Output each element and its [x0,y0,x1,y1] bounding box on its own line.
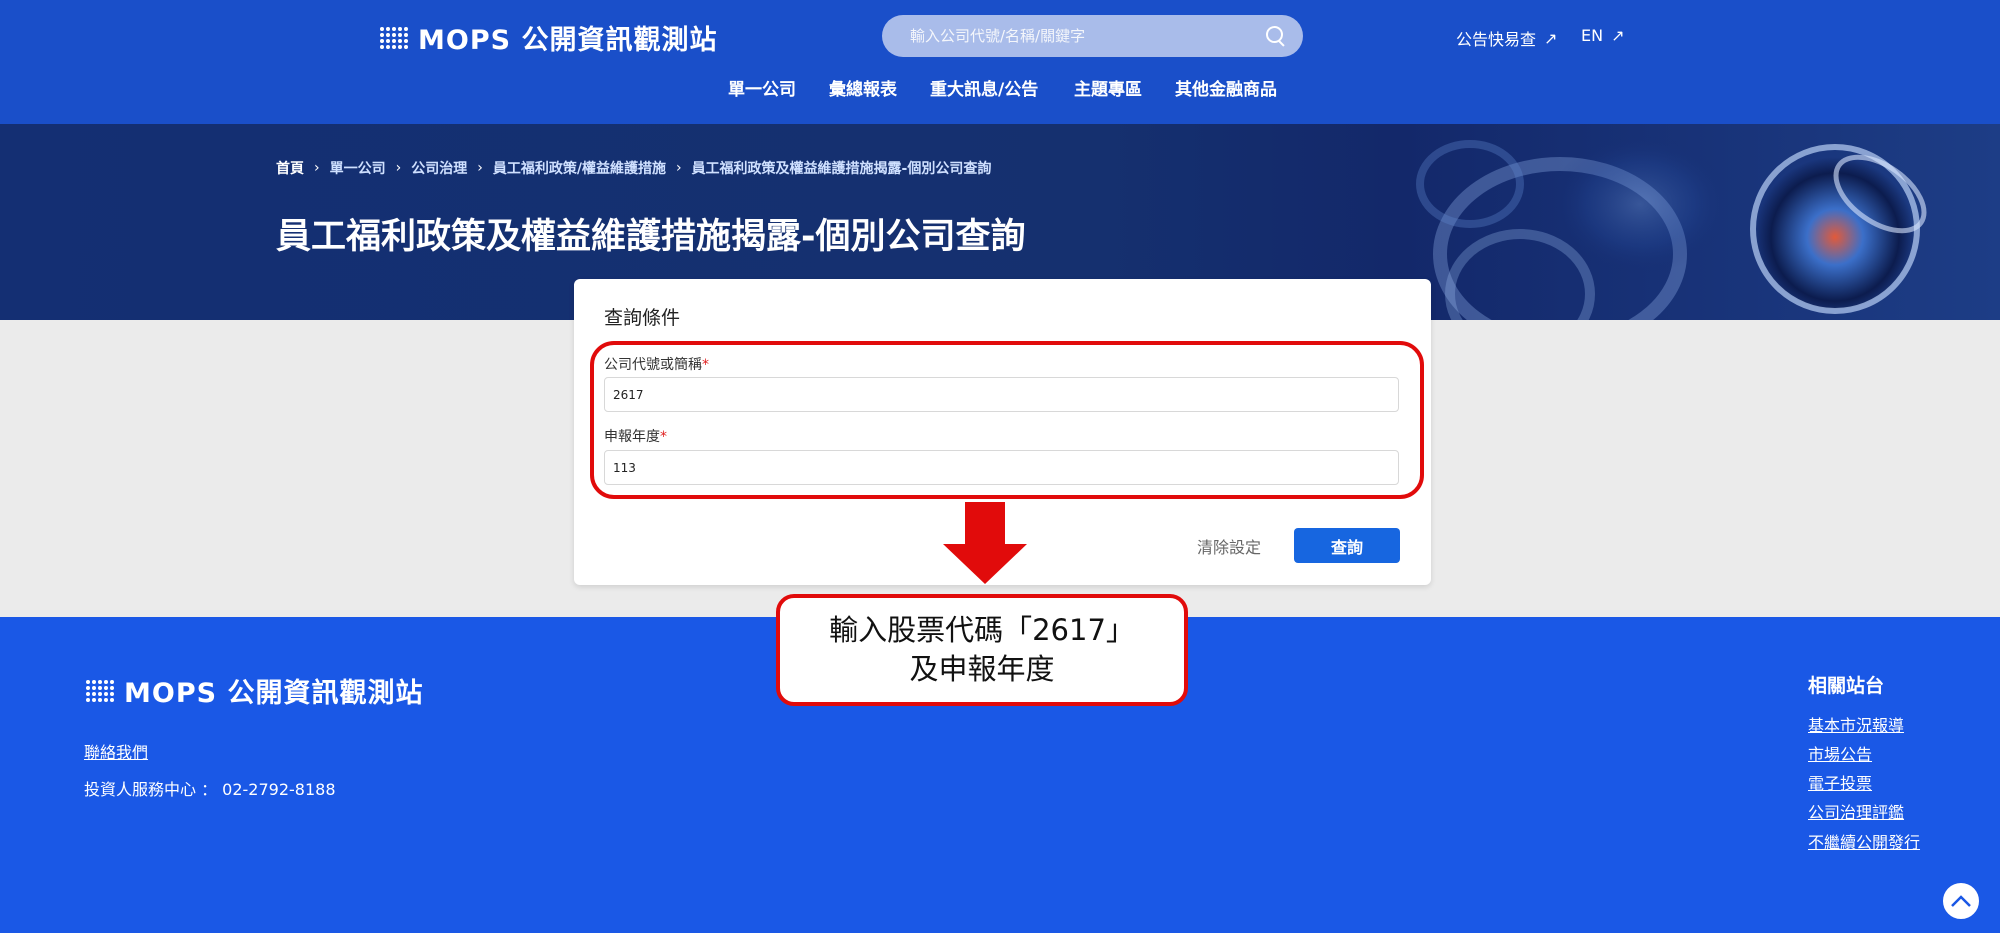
query-button[interactable]: 查詢 [1294,528,1400,563]
breadcrumb-home[interactable]: 首頁 [276,158,304,178]
report-year-input[interactable] [604,450,1399,485]
breadcrumb: 首頁 › 單一公司 › 公司治理 › 員工福利政策/權益維護措施 › 員工福利政… [276,158,991,178]
related-link-governance-evaluation[interactable]: 公司治理評鑑 [1808,800,1928,825]
language-switch-link[interactable]: EN ↗ [1581,26,1624,45]
chevron-up-icon [1951,895,1971,907]
site-header: MOPS 公開資訊觀測站 公告快易查 ↗ EN ↗ 單一公司 彙總報表 重大訊息… [0,0,2000,124]
breadcrumb-welfare-policy[interactable]: 員工福利政策/權益維護措施 [493,158,666,178]
required-mark: * [660,429,667,445]
external-link-icon: ↗ [1611,26,1625,45]
instruction-callout: 輸入股票代碼「2617」 及申報年度 [776,594,1188,706]
chevron-right-icon: › [675,160,682,176]
nav-item-single-company[interactable]: 單一公司 [728,75,796,100]
callout-line-2: 及申報年度 [909,652,1055,686]
company-code-input[interactable] [604,377,1399,412]
breadcrumb-single-company[interactable]: 單一公司 [330,158,386,178]
quick-lookup-label: 公告快易查 [1456,30,1537,49]
clear-settings-button[interactable]: 清除設定 [1197,534,1261,558]
external-link-icon: ↗ [1544,28,1558,48]
search-icon[interactable] [1265,25,1287,47]
related-link-discontinue-public-offering[interactable]: 不繼續公開發行 [1808,830,1928,855]
search-input[interactable] [910,27,1265,45]
down-arrow-icon [943,502,1027,584]
breadcrumb-governance[interactable]: 公司治理 [411,158,467,178]
investor-service-info: 投資人服務中心 ： 02-2792-8188 [84,780,336,799]
related-link-e-voting[interactable]: 電子投票 [1808,771,1928,796]
back-to-top-button[interactable] [1941,881,1981,921]
nav-item-other-products[interactable]: 其他金融商品 [1175,75,1277,100]
language-label: EN [1581,26,1604,45]
breadcrumb-current: 員工福利政策及權益維護措施揭露-個別公司查詢 [691,161,992,177]
contact-us-link[interactable]: 聯絡我們 [84,739,148,763]
company-label-text: 公司代號或簡稱 [604,357,702,373]
chevron-right-icon: › [395,160,402,176]
related-sites-title: 相關站台 [1808,675,1885,697]
related-link-market-announcement[interactable]: 市場公告 [1808,742,1928,767]
nav-item-topics[interactable]: 主題專區 [1074,75,1142,100]
search-bar [882,15,1303,57]
page-title: 員工福利政策及權益維護措施揭露-個別公司查詢 [276,217,1026,257]
logo-dots-icon [86,679,114,702]
callout-line-1: 輸入股票代碼「2617」 [829,613,1135,647]
logo-dots-icon [380,26,408,49]
year-field-label: 申報年度* [604,426,667,446]
nav-item-summary-reports[interactable]: 彙總報表 [829,75,897,100]
company-field-label: 公司代號或簡稱* [604,354,709,374]
chevron-right-icon: › [477,160,483,176]
year-label-text: 申報年度 [604,429,660,445]
related-link-market-report[interactable]: 基本市況報導 [1808,713,1928,738]
quick-lookup-link[interactable]: 公告快易查 ↗ [1456,26,1557,50]
required-mark: * [702,357,709,373]
chevron-right-icon: › [314,160,320,176]
footer-logo-text: MOPS 公開資訊觀測站 [124,678,424,709]
site-logo[interactable]: MOPS 公開資訊觀測站 [380,18,717,57]
query-card-title: 查詢條件 [604,307,681,329]
nav-item-material-news[interactable]: 重大訊息/公告 [930,75,1038,100]
footer-logo[interactable]: MOPS 公開資訊觀測站 [86,671,423,710]
logo-text: MOPS 公開資訊觀測站 [418,25,718,56]
